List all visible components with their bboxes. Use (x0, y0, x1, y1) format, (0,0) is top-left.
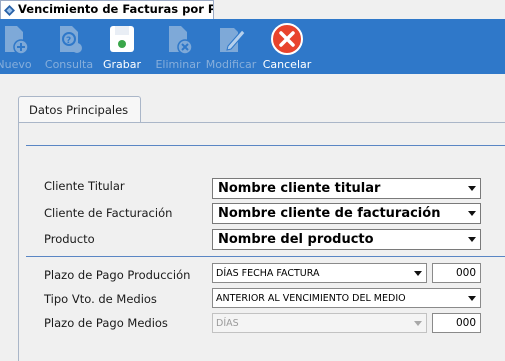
section-divider-top (26, 145, 505, 146)
plazo-pago-medios-value: DÍAS (216, 318, 239, 329)
section-divider-middle (26, 256, 505, 257)
window-title: Vencimiento de Facturas por Pro... (18, 2, 213, 16)
plazo-pago-medios-select[interactable]: DÍAS (212, 313, 427, 333)
edit-button[interactable]: Modificar (205, 19, 257, 74)
query-button[interactable]: ? Consulta (44, 19, 94, 74)
plazo-pago-produccion-days-input[interactable]: 000 (432, 263, 481, 283)
panel-top-border (18, 122, 505, 123)
toolbar: Nuevo ? Consulta Grabar Eliminar Modific… (0, 19, 505, 74)
chevron-down-icon (468, 237, 476, 242)
tipo-vto-medios-value: ANTERIOR AL VENCIMIENTO DEL MEDIO (216, 293, 406, 304)
delete-button[interactable]: Eliminar (153, 19, 203, 74)
cancel-button[interactable]: Cancelar (262, 19, 312, 74)
new-button-label: Nuevo (0, 58, 32, 71)
edit-button-label: Modificar (205, 58, 257, 71)
window-tabstrip: Vencimiento de Facturas por Pro... (0, 0, 505, 19)
cancel-icon (271, 23, 303, 55)
panel-left-border (18, 122, 19, 361)
edit-pencil-icon (220, 28, 246, 52)
producto-label: Producto (44, 232, 95, 246)
producto-select[interactable]: Nombre del producto (212, 229, 481, 250)
plazo-pago-medios-label: Plazo de Pago Medios (44, 316, 168, 330)
cliente-titular-label: Cliente Titular (44, 179, 125, 193)
delete-document-icon (169, 26, 193, 55)
app-logo-icon (4, 5, 15, 16)
new-button[interactable]: Nuevo (0, 19, 34, 74)
chevron-down-icon (414, 271, 422, 276)
chevron-down-icon (468, 186, 476, 191)
plazo-pago-medios-days-input[interactable]: 000 (432, 313, 481, 333)
chevron-down-icon (468, 296, 476, 301)
save-button[interactable]: Grabar (101, 19, 143, 74)
plazo-pago-produccion-label: Plazo de Pago Producción (44, 268, 191, 282)
save-button-label: Grabar (102, 58, 142, 71)
cliente-titular-value: Nombre cliente titular (218, 181, 381, 196)
chevron-down-icon (414, 321, 422, 326)
tab-datos-principales-label: Datos Principales (29, 103, 129, 117)
tipo-vto-medios-label: Tipo Vto. de Medios (44, 292, 157, 306)
plazo-pago-produccion-select[interactable]: DÍAS FECHA FACTURA (212, 263, 427, 283)
query-button-label: Consulta (44, 58, 94, 71)
cancel-button-label: Cancelar (262, 58, 312, 71)
plazo-pago-produccion-value: DÍAS FECHA FACTURA (216, 268, 320, 279)
cliente-facturacion-label: Cliente de Facturación (44, 206, 173, 220)
new-document-icon (5, 26, 29, 55)
cliente-facturacion-select[interactable]: Nombre cliente de facturación (212, 203, 481, 224)
cliente-titular-select[interactable]: Nombre cliente titular (212, 178, 481, 199)
save-icon (110, 26, 134, 52)
producto-value: Nombre del producto (218, 232, 374, 247)
query-document-icon: ? (60, 26, 82, 53)
window-title-tab[interactable]: Vencimiento de Facturas por Pro... (0, 0, 214, 19)
chevron-down-icon (468, 211, 476, 216)
tipo-vto-medios-select[interactable]: ANTERIOR AL VENCIMIENTO DEL MEDIO (212, 288, 481, 308)
delete-button-label: Eliminar (155, 58, 201, 71)
svg-text:?: ? (66, 36, 71, 46)
tab-datos-principales[interactable]: Datos Principales (18, 96, 141, 123)
cliente-facturacion-value: Nombre cliente de facturación (218, 206, 441, 221)
